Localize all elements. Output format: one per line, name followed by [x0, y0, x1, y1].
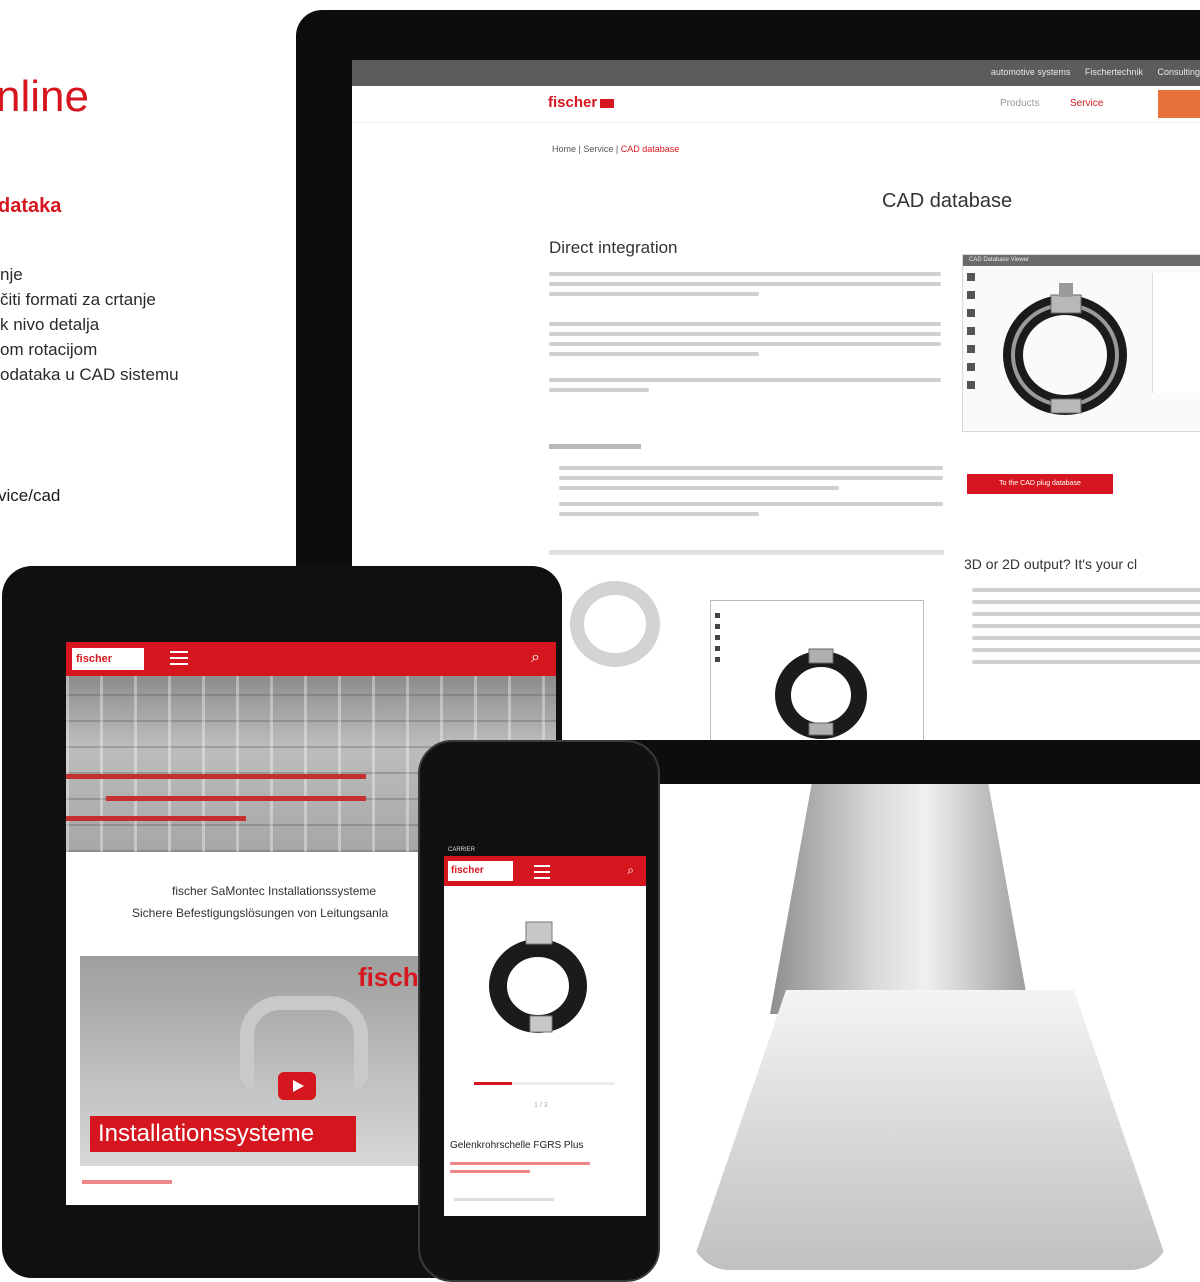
page-title: CAD database — [882, 190, 1013, 212]
clamp-ghost-icon — [570, 581, 660, 667]
text-line — [972, 600, 1200, 604]
preview-toolbar[interactable] — [715, 613, 721, 673]
text-line — [559, 512, 759, 516]
tablet-subheadline: Sichere Befestigungslösungen von Leitung… — [132, 906, 389, 920]
text-line — [549, 322, 941, 326]
pipe-clamp-icon — [775, 648, 867, 739]
topbar-link[interactable]: Consulting — [1157, 67, 1200, 77]
feature-item: odataka u CAD sistemu — [0, 365, 179, 384]
fischer-logo[interactable]: fischer — [448, 861, 513, 881]
text-line — [559, 466, 943, 470]
status-bar — [66, 630, 556, 642]
play-icon[interactable] — [278, 1072, 316, 1100]
search-icon[interactable]: ⌕ — [531, 649, 540, 667]
carousel-indicator[interactable] — [474, 1082, 614, 1085]
breadcrumb: Home | Service | CAD database — [552, 144, 680, 154]
text-line — [559, 502, 943, 506]
section-title: Direct integration — [549, 238, 678, 257]
tablet-link[interactable] — [82, 1180, 172, 1184]
menu-icon[interactable] — [170, 651, 188, 669]
cad-database-button[interactable]: To the CAD plug database — [967, 474, 1113, 494]
text-line — [972, 612, 1200, 616]
text-line — [549, 282, 941, 286]
pipe-clamp-icon — [1003, 283, 1127, 415]
text-line — [559, 476, 943, 480]
viewer-title: CAD Database Viewer — [969, 257, 1029, 263]
divider — [549, 550, 944, 555]
topbar-link[interactable]: automotive systems — [991, 67, 1071, 77]
tablet-nav: fischer ⌕ — [66, 642, 556, 676]
cad-viewer[interactable]: CAD Database Viewer — [962, 254, 1200, 432]
logo-mark-icon — [600, 98, 615, 108]
text-line — [549, 378, 941, 382]
pipe-clamp-icon — [489, 921, 587, 1033]
breadcrumb-home[interactable]: Home — [552, 144, 576, 154]
tablet-headline: fischer SaMontec Installationssysteme — [172, 884, 377, 898]
text-line — [559, 486, 839, 490]
top-bar: automotive systems Fischertechnik Consul… — [352, 60, 1200, 86]
monitor-stand — [770, 784, 1030, 1014]
carousel-pager: 1 / 3 — [534, 1102, 548, 1109]
text-line — [549, 388, 649, 392]
monitor-stand-base — [690, 990, 1170, 1270]
phone-screen: CARRIER fischer ⌕ 1 / 3 Gelenkrohrschell… — [444, 846, 646, 1216]
text-line — [549, 342, 941, 346]
feature-item: om rotacijom — [0, 340, 98, 359]
text-line — [549, 332, 941, 336]
text-line — [972, 624, 1200, 628]
promo-title: nline — [0, 72, 89, 121]
phone-nav: fischer ⌕ — [444, 856, 646, 886]
nav-products[interactable]: Products — [1000, 98, 1039, 109]
text-line — [972, 588, 1200, 592]
feature-item: čiti formati za crtanje — [0, 290, 156, 309]
footer-text — [454, 1198, 554, 1201]
menu-icon[interactable] — [534, 865, 550, 883]
text-line — [972, 648, 1200, 652]
search-button[interactable] — [1158, 90, 1200, 118]
subheading — [549, 444, 641, 449]
feature-list: nje čiti formati za crtanje k nivo detal… — [0, 262, 179, 387]
main-nav: fischer Products Service — [352, 86, 1200, 123]
text-line — [549, 292, 759, 296]
product-link[interactable] — [450, 1162, 590, 1165]
text-line — [549, 272, 941, 276]
carrier-label: CARRIER — [448, 847, 476, 853]
section-title-2: 3D or 2D output? It's your cl — [964, 556, 1138, 572]
properties-panel — [1152, 273, 1200, 393]
search-icon[interactable]: ⌕ — [627, 863, 634, 878]
breadcrumb-service[interactable]: Service — [583, 144, 613, 154]
promo-url[interactable]: vice/cad — [0, 486, 60, 506]
fischer-logo[interactable]: fischer — [72, 648, 144, 670]
promo-subtitle: dataka — [0, 195, 62, 217]
viewer-toolbar[interactable] — [967, 273, 977, 423]
status-bar: CARRIER — [444, 846, 646, 856]
text-line — [972, 660, 1200, 664]
product-name[interactable]: Gelenkrohrschelle FGRS Plus — [450, 1140, 583, 1151]
nav-service[interactable]: Service — [1070, 98, 1103, 109]
cad-preview[interactable] — [710, 600, 924, 740]
text-line — [972, 636, 1200, 640]
topbar-link[interactable]: Fischertechnik — [1085, 67, 1143, 77]
fischer-logo[interactable]: fischer — [548, 94, 615, 111]
product-link[interactable] — [450, 1170, 530, 1173]
video-banner: Installationssysteme — [90, 1116, 356, 1152]
feature-item: nje — [0, 265, 23, 284]
feature-item: k nivo detalja — [0, 315, 100, 334]
text-line — [549, 352, 759, 356]
breadcrumb-current: CAD database — [620, 144, 680, 154]
